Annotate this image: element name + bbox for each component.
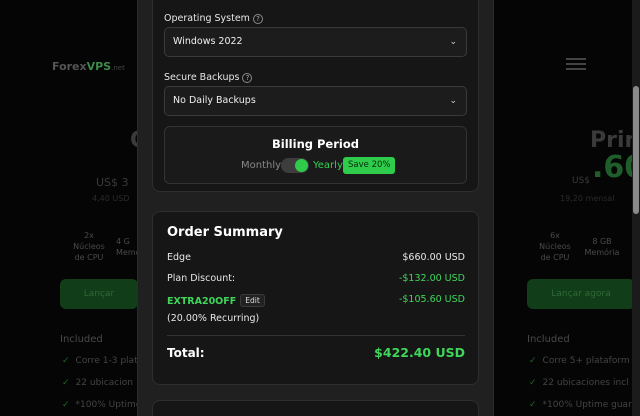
hamburger-menu-icon[interactable]	[566, 58, 586, 70]
billing-monthly-label[interactable]: Monthly	[241, 160, 281, 171]
coupon-code: EXTRA20OFF	[167, 296, 237, 307]
right-spec-memory: 8 GB Memória	[584, 237, 620, 257]
plan-price: $660.00 USD	[402, 252, 465, 263]
billing-period-title: Billing Period	[272, 137, 359, 151]
total-value: $422.40 USD	[374, 345, 465, 360]
os-select-value: Windows 2022	[173, 36, 243, 47]
right-included-label: Included	[527, 334, 570, 345]
left-included-label: Included	[60, 334, 103, 345]
next-panel	[152, 400, 479, 416]
save-badge: Save 20%	[343, 157, 396, 174]
logo-suffix: .net	[111, 64, 125, 72]
summary-row-discount: Plan Discount: -$132.00 USD	[167, 273, 465, 284]
coupon-value: -$105.60 USD	[398, 294, 465, 305]
backups-select-value: No Daily Backups	[173, 95, 256, 106]
edit-coupon-button[interactable]: Edit	[240, 294, 265, 307]
os-label: Operating System?	[164, 13, 263, 24]
check-icon: ✓	[62, 378, 70, 388]
check-icon: ✓	[529, 356, 537, 366]
right-plan-price-prefix: US$	[572, 176, 591, 186]
left-spec-memory: 4 G Memória	[116, 237, 151, 257]
check-icon: ✓	[62, 356, 70, 366]
summary-row-coupon: EXTRA20OFF Edit -$105.60 USD	[167, 294, 465, 307]
site-logo[interactable]: ForexVPS.net	[52, 60, 125, 73]
order-summary-title: Order Summary	[167, 225, 283, 240]
check-icon: ✓	[62, 400, 70, 410]
page-scrollbar[interactable]	[632, 0, 640, 416]
billing-yearly-label[interactable]: Yearly	[313, 160, 343, 171]
left-plan-subprice: 4,40 USD	[92, 194, 130, 203]
coupon-note: (20.00% Recurring)	[167, 313, 260, 324]
scrollbar-thumb[interactable]	[633, 86, 639, 214]
summary-total: Total: $422.40 USD	[167, 345, 465, 360]
right-spec-cpu: 6x Núcleos de CPU	[539, 231, 571, 262]
logo-accent-text: VPS	[86, 60, 112, 73]
summary-row-plan: Edge $660.00 USD	[167, 252, 465, 263]
discount-value: -$132.00 USD	[398, 273, 465, 284]
summary-divider	[167, 335, 465, 336]
chevron-down-icon: ⌄	[449, 96, 457, 106]
right-feature: ✓ 22 ubicaciones incl	[529, 378, 629, 388]
right-feature: ✓ Corre 5+ plataform	[529, 356, 630, 366]
left-feature: ✓ 22 ubicacion	[62, 378, 133, 388]
chevron-down-icon: ⌄	[449, 37, 457, 47]
left-plan-price: US$ 3	[96, 176, 129, 189]
billing-period-toggle[interactable]	[281, 158, 309, 173]
left-feature: ✓ Corre 1-3 plataf	[62, 356, 147, 366]
os-select[interactable]: Windows 2022 ⌄	[164, 27, 467, 57]
order-summary-panel: Order Summary Edge $660.00 USD Plan Disc…	[152, 211, 479, 385]
right-launch-button[interactable]: Lançar agora	[527, 279, 635, 309]
question-circle-icon[interactable]: ?	[242, 73, 253, 83]
left-launch-button[interactable]: Lançar	[60, 279, 138, 309]
right-feature: ✓ *100% Uptime guar	[529, 400, 632, 410]
order-modal: Operating System? Windows 2022 ⌄ Secure …	[137, 0, 494, 416]
question-circle-icon[interactable]: ?	[252, 14, 263, 24]
check-icon: ✓	[529, 378, 537, 388]
left-spec-cpu: 2x Núcleos de CPU	[73, 231, 105, 262]
right-plan-subprice: 19,20 mensal	[560, 194, 615, 203]
left-feature: ✓ *100% Uptime	[62, 400, 142, 410]
backups-select[interactable]: No Daily Backups ⌄	[164, 86, 467, 116]
toggle-knob	[295, 159, 308, 172]
check-icon: ✓	[529, 400, 537, 410]
backups-label: Secure Backups?	[164, 72, 253, 83]
logo-text: Forex	[52, 60, 87, 73]
billing-period-box: Billing Period Monthly Yearly Save 20%	[164, 126, 467, 184]
